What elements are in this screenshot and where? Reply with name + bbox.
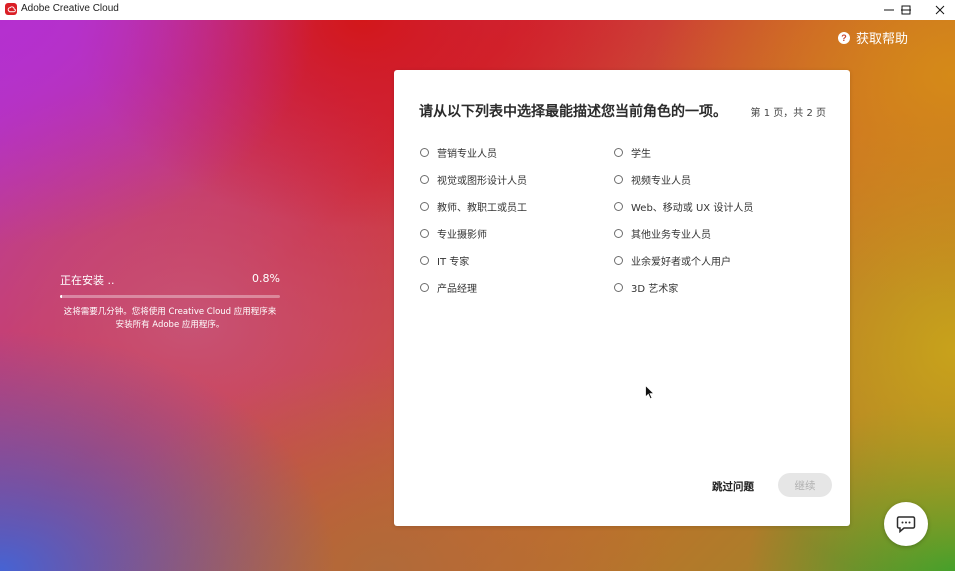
- role-option-label: 视觉或图形设计人员: [437, 175, 527, 187]
- role-option[interactable]: 业余爱好者或个人用户: [614, 252, 808, 268]
- role-option[interactable]: 其他业务专业人员: [614, 225, 808, 241]
- role-option-label: 学生: [631, 148, 651, 160]
- help-link[interactable]: ? 获取帮助: [838, 28, 908, 47]
- install-percent: 0.8%: [252, 272, 280, 285]
- role-option-label: 产品经理: [437, 283, 477, 295]
- role-option[interactable]: 视觉或图形设计人员: [420, 171, 614, 187]
- maximize-button[interactable]: [889, 0, 923, 20]
- window-title: Adobe Creative Cloud: [21, 3, 119, 14]
- role-option-label: 其他业务专业人员: [631, 229, 711, 241]
- chat-support-button[interactable]: [884, 502, 928, 546]
- radio-button[interactable]: [614, 201, 623, 211]
- continue-button[interactable]: 继续: [778, 473, 832, 497]
- install-note: 这将需要几分钟。您将使用 Creative Cloud 应用程序来安装所有 Ad…: [63, 307, 277, 330]
- role-option-label: 3D 艺术家: [631, 283, 679, 295]
- close-icon: [935, 5, 945, 15]
- radio-button[interactable]: [420, 174, 429, 184]
- survey-title: 请从以下列表中选择最能描述您当前角色的一项。: [419, 104, 727, 120]
- title-bar: Adobe Creative Cloud: [0, 0, 955, 20]
- radio-button[interactable]: [614, 255, 623, 265]
- radio-button[interactable]: [614, 282, 623, 292]
- role-option[interactable]: IT 专家: [420, 252, 614, 268]
- close-button[interactable]: [923, 0, 955, 20]
- role-option-label: 业余爱好者或个人用户: [631, 256, 731, 268]
- skip-question-button[interactable]: 跳过问题: [712, 479, 754, 494]
- radio-button[interactable]: [614, 228, 623, 238]
- chat-bubble-icon: [896, 516, 916, 533]
- radio-button[interactable]: [420, 228, 429, 238]
- role-option[interactable]: 学生: [614, 144, 808, 160]
- install-progress-fill: [60, 295, 62, 298]
- install-progress-panel: 正在安装 .. 0.8% 这将需要几分钟。您将使用 Creative Cloud…: [60, 272, 280, 332]
- role-survey-card: 请从以下列表中选择最能描述您当前角色的一项。 第 1 页，共 2 页 营销专业人…: [394, 70, 850, 526]
- radio-button[interactable]: [420, 255, 429, 265]
- adobe-cc-logo-icon: [5, 3, 17, 15]
- radio-button[interactable]: [614, 147, 623, 157]
- maximize-icon: [901, 5, 911, 15]
- role-option-label: 视频专业人员: [631, 175, 691, 187]
- install-progress-bar: [60, 295, 280, 298]
- radio-button[interactable]: [420, 282, 429, 292]
- radio-button[interactable]: [614, 174, 623, 184]
- help-label: 获取帮助: [856, 32, 909, 47]
- role-options: 营销专业人员 学生 视觉或图形设计人员 视频专业人员 教师、教职工或员工 Web…: [420, 144, 830, 295]
- role-option[interactable]: 产品经理: [420, 279, 614, 295]
- question-circle-icon: ?: [838, 31, 850, 44]
- role-option[interactable]: 3D 艺术家: [614, 279, 808, 295]
- role-option[interactable]: Web、移动或 UX 设计人员: [614, 198, 808, 214]
- mouse-cursor-icon: [645, 385, 655, 400]
- role-option[interactable]: 教师、教职工或员工: [420, 198, 614, 214]
- role-option[interactable]: 营销专业人员: [420, 144, 614, 160]
- role-option[interactable]: 视频专业人员: [614, 171, 808, 187]
- radio-button[interactable]: [420, 201, 429, 211]
- role-option-label: IT 专家: [437, 256, 470, 268]
- role-option-label: 营销专业人员: [437, 148, 497, 160]
- role-option[interactable]: 专业摄影师: [420, 225, 614, 241]
- role-option-label: 教师、教职工或员工: [437, 202, 527, 214]
- install-status: 正在安装 ..: [60, 274, 115, 287]
- survey-page-indicator: 第 1 页，共 2 页: [750, 108, 826, 119]
- role-option-label: Web、移动或 UX 设计人员: [631, 202, 754, 214]
- radio-button[interactable]: [420, 147, 429, 157]
- role-option-label: 专业摄影师: [437, 229, 487, 241]
